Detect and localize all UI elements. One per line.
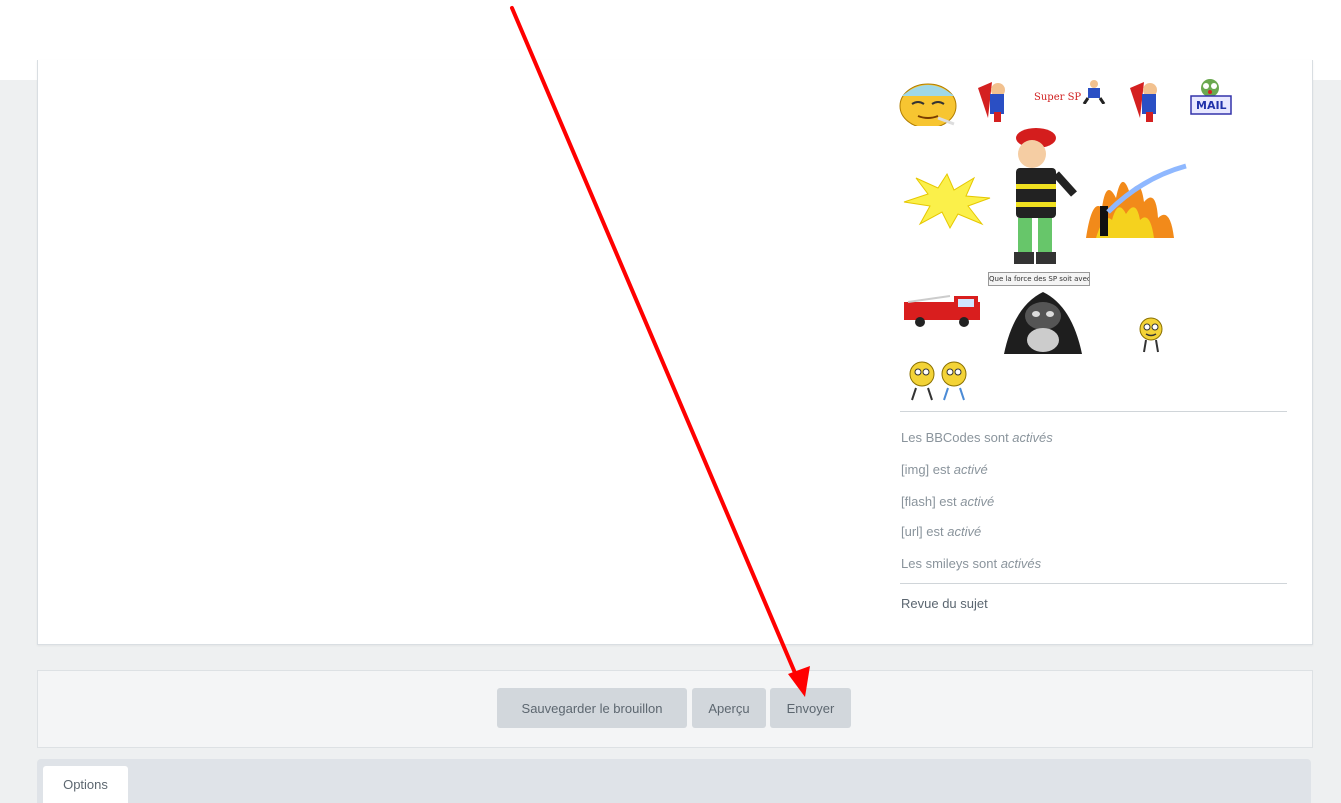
explosion-icon[interactable] [902,170,992,230]
yellow-smiley-standing-icon[interactable] [1138,316,1164,356]
smileys-status: Les smileys sont activés [901,556,1041,571]
tabs-bar [37,759,1311,803]
topic-review-link[interactable]: Revue du sujet [901,596,988,611]
smileys-status-state: activés [1000,556,1042,571]
firefighter-icon[interactable] [998,124,1084,274]
fire-fighting-icon[interactable] [1082,158,1188,240]
url-status-state: activé [947,524,982,539]
mail-label: MAIL [1196,99,1227,112]
bbcode-status-state: activés [1012,430,1053,445]
smileys-status-prefix: Les smileys sont [901,556,1001,571]
url-status-prefix: [url] est [901,524,948,539]
speech-bubble: Que la force des SP soit avec toi [988,272,1090,286]
flash-status-state: activé [960,494,995,509]
url-status: [url] est activé [901,524,981,539]
preview-button[interactable]: Aperçu [692,688,766,728]
bbcode-status: Les BBCodes sont activés [901,430,1053,445]
darth-vader-penguin-icon[interactable] [994,286,1092,354]
two-smileys-icon[interactable] [906,360,972,404]
divider-bottom [900,583,1287,584]
superhero-flying-icon[interactable] [972,78,1018,124]
superhero-flying-2-icon[interactable] [1124,78,1170,124]
send-button[interactable]: Envoyer [770,688,851,728]
img-status: [img] est activé [901,462,988,477]
img-status-prefix: [img] est [901,462,954,477]
flash-status: [flash] est activé [901,494,994,509]
superhero-small-icon[interactable] [1080,78,1106,104]
super-sp-caption: Super SP [1034,92,1082,103]
fire-truck-icon[interactable] [902,292,982,328]
save-draft-button[interactable]: Sauvegarder le brouillon [497,688,687,728]
divider-top [900,411,1287,412]
bbcode-status-prefix: Les BBCodes sont [901,430,1013,445]
mail-owl-icon[interactable] [1188,78,1234,118]
flash-status-prefix: [flash] est [901,494,961,509]
img-status-state: activé [953,462,988,477]
smiley-panel: Super SP MAIL Que la force des SP soit a… [0,0,1341,410]
tab-options[interactable]: Options [43,766,128,803]
sleepy-smiley-icon[interactable] [898,78,960,126]
